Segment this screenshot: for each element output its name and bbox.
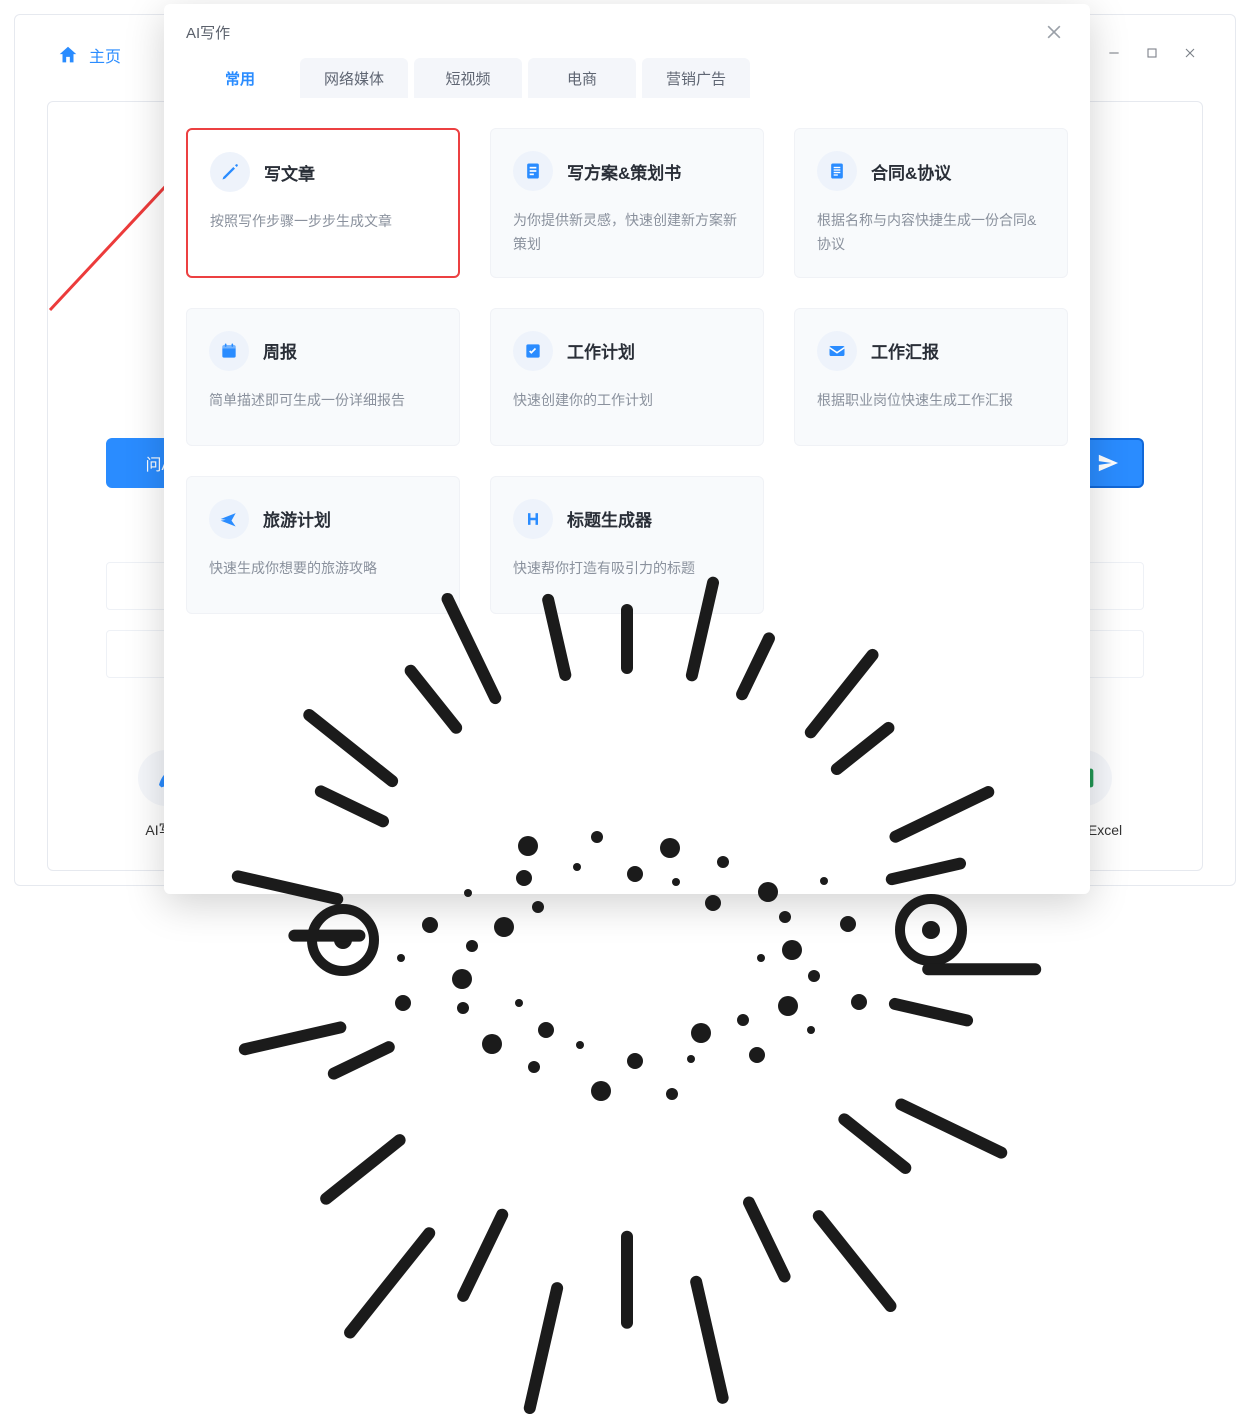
card-desc: 快速创建你的工作计划 (513, 389, 741, 413)
card-desc: 快速生成你想要的旅游攻略 (209, 557, 437, 581)
modal-title: AI写作 (186, 22, 230, 43)
card-mail[interactable]: 工作汇报根据职业岗位快速生成工作汇报 (794, 308, 1068, 446)
card-desc: 简单描述即可生成一份详细报告 (209, 389, 437, 413)
card-title: 周报 (263, 338, 297, 363)
tab-web-media[interactable]: 网络媒体 (300, 58, 408, 98)
tab-label: 电商 (567, 68, 597, 89)
card-title: 写方案&策划书 (567, 159, 681, 184)
checklist-icon (513, 331, 553, 371)
close-window-icon[interactable] (1181, 44, 1199, 62)
doc-icon (513, 151, 553, 191)
home-label: 主页 (89, 43, 121, 67)
home-icon (57, 44, 79, 66)
doc-lines-icon (817, 151, 857, 191)
card-grid: 写文章按照写作步骤一步步生成文章写方案&策划书为你提供新灵感，快速创建新方案新策… (186, 128, 1068, 614)
minimize-icon[interactable] (1105, 44, 1123, 62)
close-icon (1044, 22, 1064, 42)
send-icon (1097, 452, 1119, 474)
tab-ecommerce[interactable]: 电商 (528, 58, 636, 98)
card-desc: 根据职业岗位快速生成工作汇报 (817, 389, 1045, 413)
home-nav[interactable]: 主页 (57, 43, 121, 67)
ai-writing-modal: AI写作 常用 网络媒体 短视频 电商 营销广告 写文章按照写作步骤一步步生成文… (164, 4, 1090, 894)
card-plane[interactable]: 旅游计划快速生成你想要的旅游攻略 (186, 476, 460, 614)
card-checklist[interactable]: 工作计划快速创建你的工作计划 (490, 308, 764, 446)
card-desc: 根据名称与内容快捷生成一份合同&协议 (817, 209, 1045, 257)
plane-icon (209, 499, 249, 539)
card-desc: 按照写作步骤一步步生成文章 (210, 210, 436, 234)
card-title: 旅游计划 (263, 506, 331, 531)
tab-marketing[interactable]: 营销广告 (642, 58, 750, 98)
tab-label: 网络媒体 (324, 68, 384, 89)
modal-tabs: 常用 网络媒体 短视频 电商 营销广告 (164, 52, 1090, 98)
card-letter-h[interactable]: 标题生成器快速帮你打造有吸引力的标题 (490, 476, 764, 614)
tab-label: 常用 (225, 68, 255, 89)
modal-close-button[interactable] (1040, 18, 1068, 46)
tab-label: 短视频 (445, 68, 490, 89)
card-title: 写文章 (264, 160, 315, 185)
card-doc[interactable]: 写方案&策划书为你提供新灵感，快速创建新方案新策划 (490, 128, 764, 278)
calendar-icon (209, 331, 249, 371)
card-title: 合同&协议 (871, 159, 951, 184)
tab-label: 营销广告 (666, 68, 726, 89)
card-title: 标题生成器 (567, 506, 652, 531)
tab-common[interactable]: 常用 (186, 58, 294, 98)
card-title: 工作计划 (567, 338, 635, 363)
maximize-icon[interactable] (1143, 44, 1161, 62)
mail-icon (817, 331, 857, 371)
card-calendar[interactable]: 周报简单描述即可生成一份详细报告 (186, 308, 460, 446)
pen-icon (210, 152, 250, 192)
card-pen[interactable]: 写文章按照写作步骤一步步生成文章 (186, 128, 460, 278)
tab-short-video[interactable]: 短视频 (414, 58, 522, 98)
letter-h-icon (513, 499, 553, 539)
card-doc-lines[interactable]: 合同&协议根据名称与内容快捷生成一份合同&协议 (794, 128, 1068, 278)
card-title: 工作汇报 (871, 338, 939, 363)
card-desc: 快速帮你打造有吸引力的标题 (513, 557, 741, 581)
card-desc: 为你提供新灵感，快速创建新方案新策划 (513, 209, 741, 257)
